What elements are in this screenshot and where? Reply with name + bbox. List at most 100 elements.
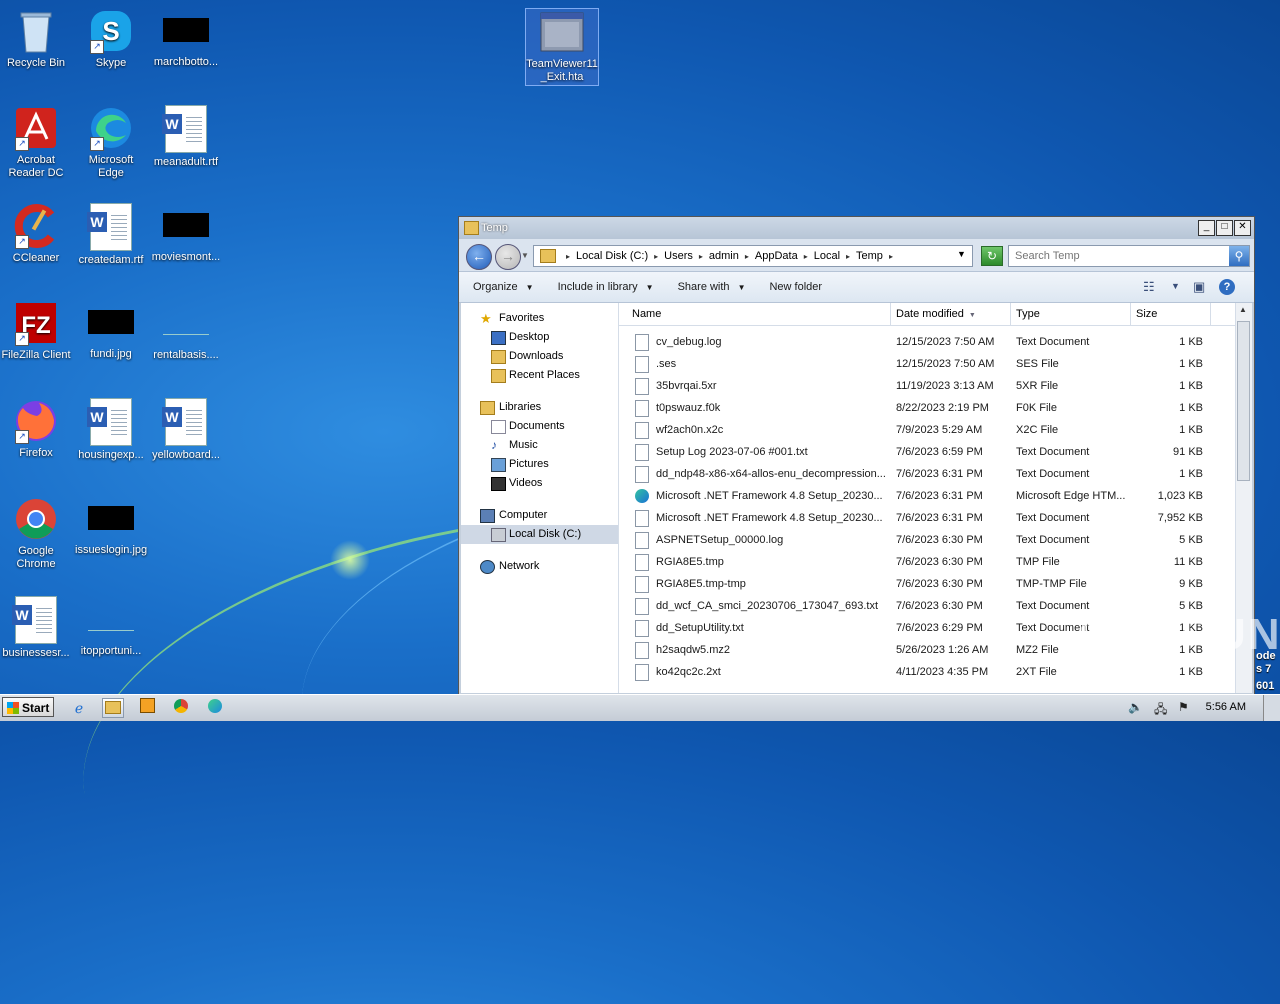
new-folder-button[interactable]: New folder: [769, 281, 822, 293]
speaker-icon[interactable]: 🔈: [1128, 700, 1143, 714]
scroll-up-icon[interactable]: ▲: [1239, 305, 1247, 314]
taskbar-edge-icon[interactable]: [204, 698, 226, 718]
breadcrumb-arrow-icon[interactable]: ▸: [699, 252, 703, 261]
nav-music[interactable]: ♪ Music: [461, 436, 618, 455]
breadcrumb-item[interactable]: admin: [709, 250, 739, 262]
minimize-button[interactable]: _: [1198, 220, 1215, 236]
back-button[interactable]: ←: [466, 244, 492, 270]
desktop-icon-yellowboard[interactable]: W yellowboard...: [150, 398, 222, 462]
column-header-name[interactable]: Name: [619, 303, 891, 325]
desktop-icon-moviesmont[interactable]: moviesmont...: [150, 203, 222, 264]
file-size: 1 KB: [1179, 424, 1203, 436]
nav-local-disk[interactable]: Local Disk (C:): [461, 525, 618, 544]
nav-desktop[interactable]: Desktop: [461, 328, 618, 347]
file-row[interactable]: Setup Log 2023-07-06 #001.txt 7/6/2023 6:…: [619, 441, 1236, 463]
breadcrumb-arrow-icon[interactable]: ▸: [804, 252, 808, 261]
desktop-icon-createdam[interactable]: W createdam.rtf: [75, 203, 147, 267]
breadcrumb-item[interactable]: Local Disk (C:): [576, 250, 648, 262]
file-row[interactable]: ko42qc2c.2xt 4/11/2023 4:35 PM 2XT File 1 K…: [619, 661, 1236, 683]
file-row[interactable]: t0pswauz.f0k 8/22/2023 2:19 PM F0K File 1 K…: [619, 397, 1236, 419]
file-row[interactable]: 35bvrqai.5xr 11/19/2023 3:13 AM 5XR File 1 …: [619, 375, 1236, 397]
breadcrumb-arrow-icon[interactable]: ▸: [745, 252, 749, 261]
file-row[interactable]: cv_debug.log 12/15/2023 7:50 AM Text Docum…: [619, 331, 1236, 353]
desktop-icon-itopportuni[interactable]: itopportuni...: [75, 596, 147, 658]
icon-label: Recycle Bin: [6, 57, 66, 69]
share-with-menu[interactable]: Share with ▼: [678, 281, 746, 293]
desktop-icon-rentalbasis[interactable]: rentalbasis....: [150, 300, 222, 362]
breadcrumb-item[interactable]: Local: [814, 250, 840, 262]
scrollbar-thumb[interactable]: [1237, 321, 1250, 481]
maximize-button[interactable]: □: [1216, 220, 1233, 236]
breadcrumb-item[interactable]: AppData: [755, 250, 798, 262]
desktop-icon-meanadult[interactable]: W meanadult.rtf: [150, 105, 222, 169]
file-row[interactable]: RGIA8E5.tmp-tmp 7/6/2023 6:30 PM TMP-TMP F…: [619, 573, 1236, 595]
show-desktop-button[interactable]: [1263, 695, 1280, 721]
file-row[interactable]: Microsoft .NET Framework 4.8 Setup_20230…: [619, 507, 1236, 529]
search-input[interactable]: [1009, 249, 1227, 263]
nav-documents[interactable]: Documents: [461, 417, 618, 436]
nav-pictures[interactable]: Pictures: [461, 455, 618, 474]
organize-menu[interactable]: Organize ▼: [473, 281, 534, 293]
address-bar[interactable]: ▸ Local Disk (C:) ▸ Users ▸ admin ▸ AppD…: [533, 245, 973, 267]
nav-downloads[interactable]: Downloads: [461, 347, 618, 366]
nav-favorites[interactable]: ★ Favorites: [461, 309, 618, 328]
desktop-icon-edge[interactable]: ↗ Microsoft Edge: [75, 105, 147, 180]
start-button[interactable]: Start: [2, 697, 54, 717]
column-header-size[interactable]: Size: [1131, 303, 1211, 325]
clock[interactable]: 5:56 AM: [1206, 701, 1246, 713]
breadcrumb-arrow-icon[interactable]: ▸: [566, 252, 570, 261]
nav-computer[interactable]: Computer: [461, 506, 618, 525]
preview-pane-icon[interactable]: ▣: [1193, 279, 1205, 295]
breadcrumb-arrow-icon[interactable]: ▸: [654, 252, 658, 261]
desktop-icon-ccleaner[interactable]: ↗ CCleaner: [0, 203, 72, 265]
network-tray-icon[interactable]: 🖧: [1154, 700, 1167, 721]
desktop-icon-firefox[interactable]: ↗ Firefox: [0, 398, 72, 460]
file-row[interactable]: Microsoft .NET Framework 4.8 Setup_20230…: [619, 485, 1236, 507]
help-icon[interactable]: ?: [1219, 279, 1235, 295]
taskbar-media-player-icon[interactable]: [136, 698, 158, 718]
desktop-icon-acrobat[interactable]: ↗ Acrobat Reader DC: [0, 105, 72, 180]
forward-button[interactable]: →: [495, 244, 521, 270]
breadcrumb-arrow-icon[interactable]: ▸: [889, 252, 893, 261]
file-row[interactable]: RGIA8E5.tmp 7/6/2023 6:30 PM TMP File 11 KB: [619, 551, 1236, 573]
taskbar-explorer-icon[interactable]: [102, 698, 124, 718]
column-header-type[interactable]: Type: [1011, 303, 1131, 325]
desktop-icon-housingexp[interactable]: W housingexp...: [75, 398, 147, 462]
column-header-date[interactable]: Date modified ▼: [891, 303, 1011, 325]
desktop-icon-issueslogin[interactable]: issueslogin.jpg: [75, 496, 147, 557]
address-history-dropdown[interactable]: ▼: [957, 249, 966, 259]
view-dropdown-icon[interactable]: ▼: [1171, 281, 1180, 291]
search-box[interactable]: ⚲: [1008, 245, 1250, 267]
taskbar-ie-icon[interactable]: ℯ: [68, 698, 90, 718]
view-options-icon[interactable]: ☷: [1143, 279, 1155, 295]
recent-pages-dropdown[interactable]: ▼: [521, 251, 529, 260]
file-row[interactable]: dd_ndp48-x86-x64-allos-enu_decompression…: [619, 463, 1236, 485]
file-row[interactable]: .ses 12/15/2023 7:50 AM SES File 1 KB: [619, 353, 1236, 375]
search-icon[interactable]: ⚲: [1229, 246, 1249, 266]
breadcrumb-item[interactable]: Temp: [856, 250, 883, 262]
file-row[interactable]: wf2ach0n.x2c 7/9/2023 5:29 AM X2C File 1 KB: [619, 419, 1236, 441]
refresh-icon[interactable]: ↻: [981, 246, 1003, 266]
title-bar[interactable]: Temp _ □ ✕: [459, 217, 1254, 239]
taskbar-chrome-icon[interactable]: [170, 698, 192, 718]
command-bar: Organize ▼ Include in library ▼ Share with…: [459, 271, 1254, 303]
nav-libraries[interactable]: Libraries: [461, 398, 618, 417]
desktop-icon-teamviewer-hta[interactable]: TeamViewer11 _Exit.hta: [525, 8, 599, 86]
desktop-icon-marchbotto[interactable]: marchbotto...: [150, 8, 222, 69]
desktop-icon-chrome[interactable]: Google Chrome: [0, 496, 72, 571]
nav-videos[interactable]: Videos: [461, 474, 618, 493]
desktop-icon-filezilla[interactable]: FZ ↗ FileZilla Client: [0, 300, 72, 362]
breadcrumb-arrow-icon[interactable]: ▸: [846, 252, 850, 261]
close-button[interactable]: ✕: [1234, 220, 1251, 236]
file-row[interactable]: ASPNETSetup_00000.log 7/6/2023 6:30 PM Tex…: [619, 529, 1236, 551]
desktop-icon-skype[interactable]: S ↗ Skype: [75, 8, 147, 70]
nav-network[interactable]: Network: [461, 557, 618, 576]
include-in-library-menu[interactable]: Include in library ▼: [558, 281, 654, 293]
breadcrumb-item[interactable]: Users: [664, 250, 693, 262]
desktop-icon-recycle-bin[interactable]: Recycle Bin: [0, 8, 72, 70]
desktop-icon-fundi[interactable]: fundi.jpg: [75, 300, 147, 361]
action-center-flag-icon[interactable]: ⚑: [1178, 700, 1189, 714]
file-icon: [635, 355, 649, 373]
nav-recent-places[interactable]: Recent Places: [461, 366, 618, 385]
desktop-icon-businessesr[interactable]: W businessesr...: [0, 596, 72, 660]
